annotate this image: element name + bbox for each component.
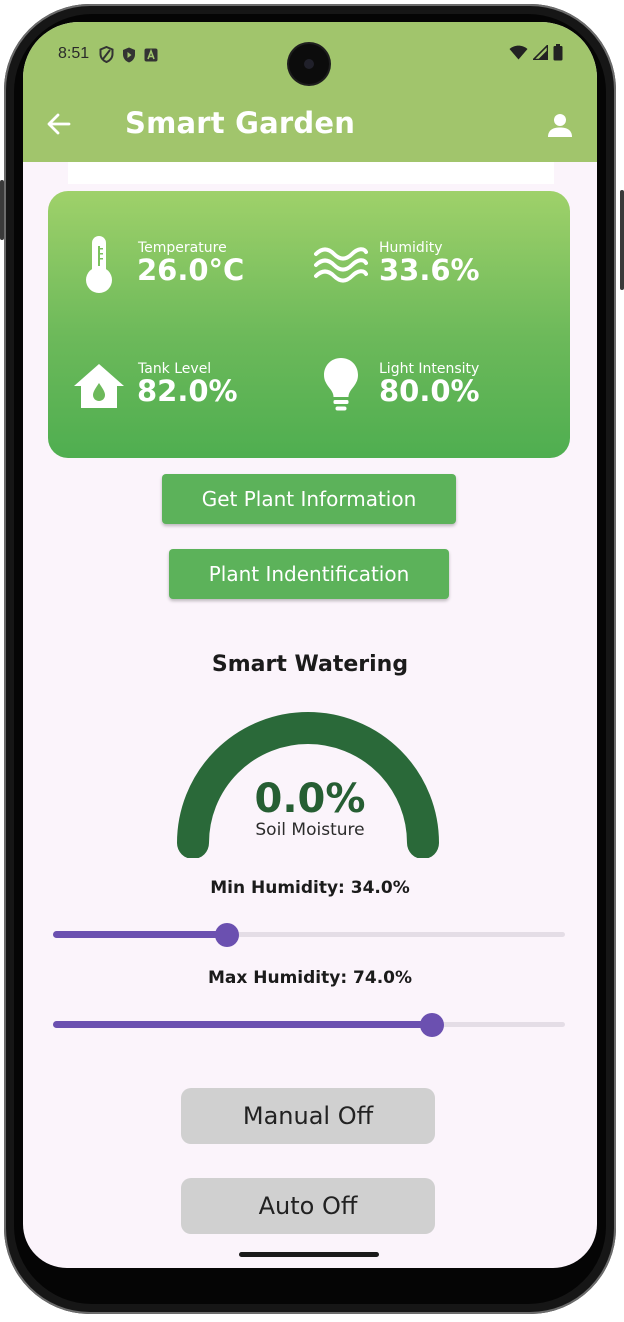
wifi-icon [509, 45, 528, 60]
thermometer-icon [86, 236, 112, 293]
status-icons-right [509, 44, 563, 61]
min-humidity-label: Min Humidity: 34.0% [210, 878, 410, 898]
temperature-value: 26.0°C [137, 253, 245, 287]
text-a-icon [144, 48, 158, 61]
plant-identification-button[interactable]: Plant Indentification [169, 549, 449, 599]
shield-play-icon [123, 47, 135, 62]
slider-fill [53, 1021, 432, 1028]
soil-moisture-label: Soil Moisture [255, 820, 365, 840]
soil-moisture-value: 0.0% [254, 776, 366, 822]
phone-side-button [620, 190, 624, 290]
account-icon[interactable] [547, 112, 573, 138]
smart-watering-title: Smart Watering [211, 652, 409, 677]
gesture-nav-bar[interactable] [239, 1252, 379, 1257]
status-time: 8:51 [58, 45, 90, 62]
app-bar: 8:51 Smart Garden [23, 22, 597, 162]
slider-fill [53, 931, 228, 938]
water-house-icon [74, 364, 124, 408]
max-humidity-label: Max Humidity: 74.0% [207, 968, 413, 988]
slider-thumb[interactable] [419, 1013, 444, 1037]
app-title: Smart Garden [125, 106, 356, 140]
lightbulb-icon [324, 358, 358, 411]
app-screen: 8:51 Smart Garden Temperature 26.0°C Hum… [23, 22, 597, 1268]
back-arrow-icon[interactable] [45, 110, 73, 138]
header-strip [68, 162, 554, 184]
humidity-value: 33.6% [379, 253, 480, 287]
sensor-card: Temperature 26.0°C Humidity 33.6% Tank L… [48, 191, 570, 458]
get-plant-information-button[interactable]: Get Plant Information [162, 474, 456, 524]
light-intensity-value: 80.0% [379, 374, 480, 408]
max-humidity-slider[interactable] [53, 1013, 565, 1037]
status-icons-left [99, 46, 158, 63]
min-humidity-slider[interactable] [53, 923, 565, 947]
auto-toggle-button[interactable]: Auto Off [181, 1178, 435, 1234]
slider-thumb[interactable] [215, 923, 240, 947]
manual-toggle-button[interactable]: Manual Off [181, 1088, 435, 1144]
phone-side-button [0, 180, 4, 240]
waves-icon [314, 247, 368, 283]
battery-icon [553, 44, 563, 61]
shield-outline-icon [99, 46, 114, 63]
tank-level-value: 82.0% [137, 374, 238, 408]
front-camera [289, 44, 329, 84]
signal-icon [533, 45, 548, 60]
